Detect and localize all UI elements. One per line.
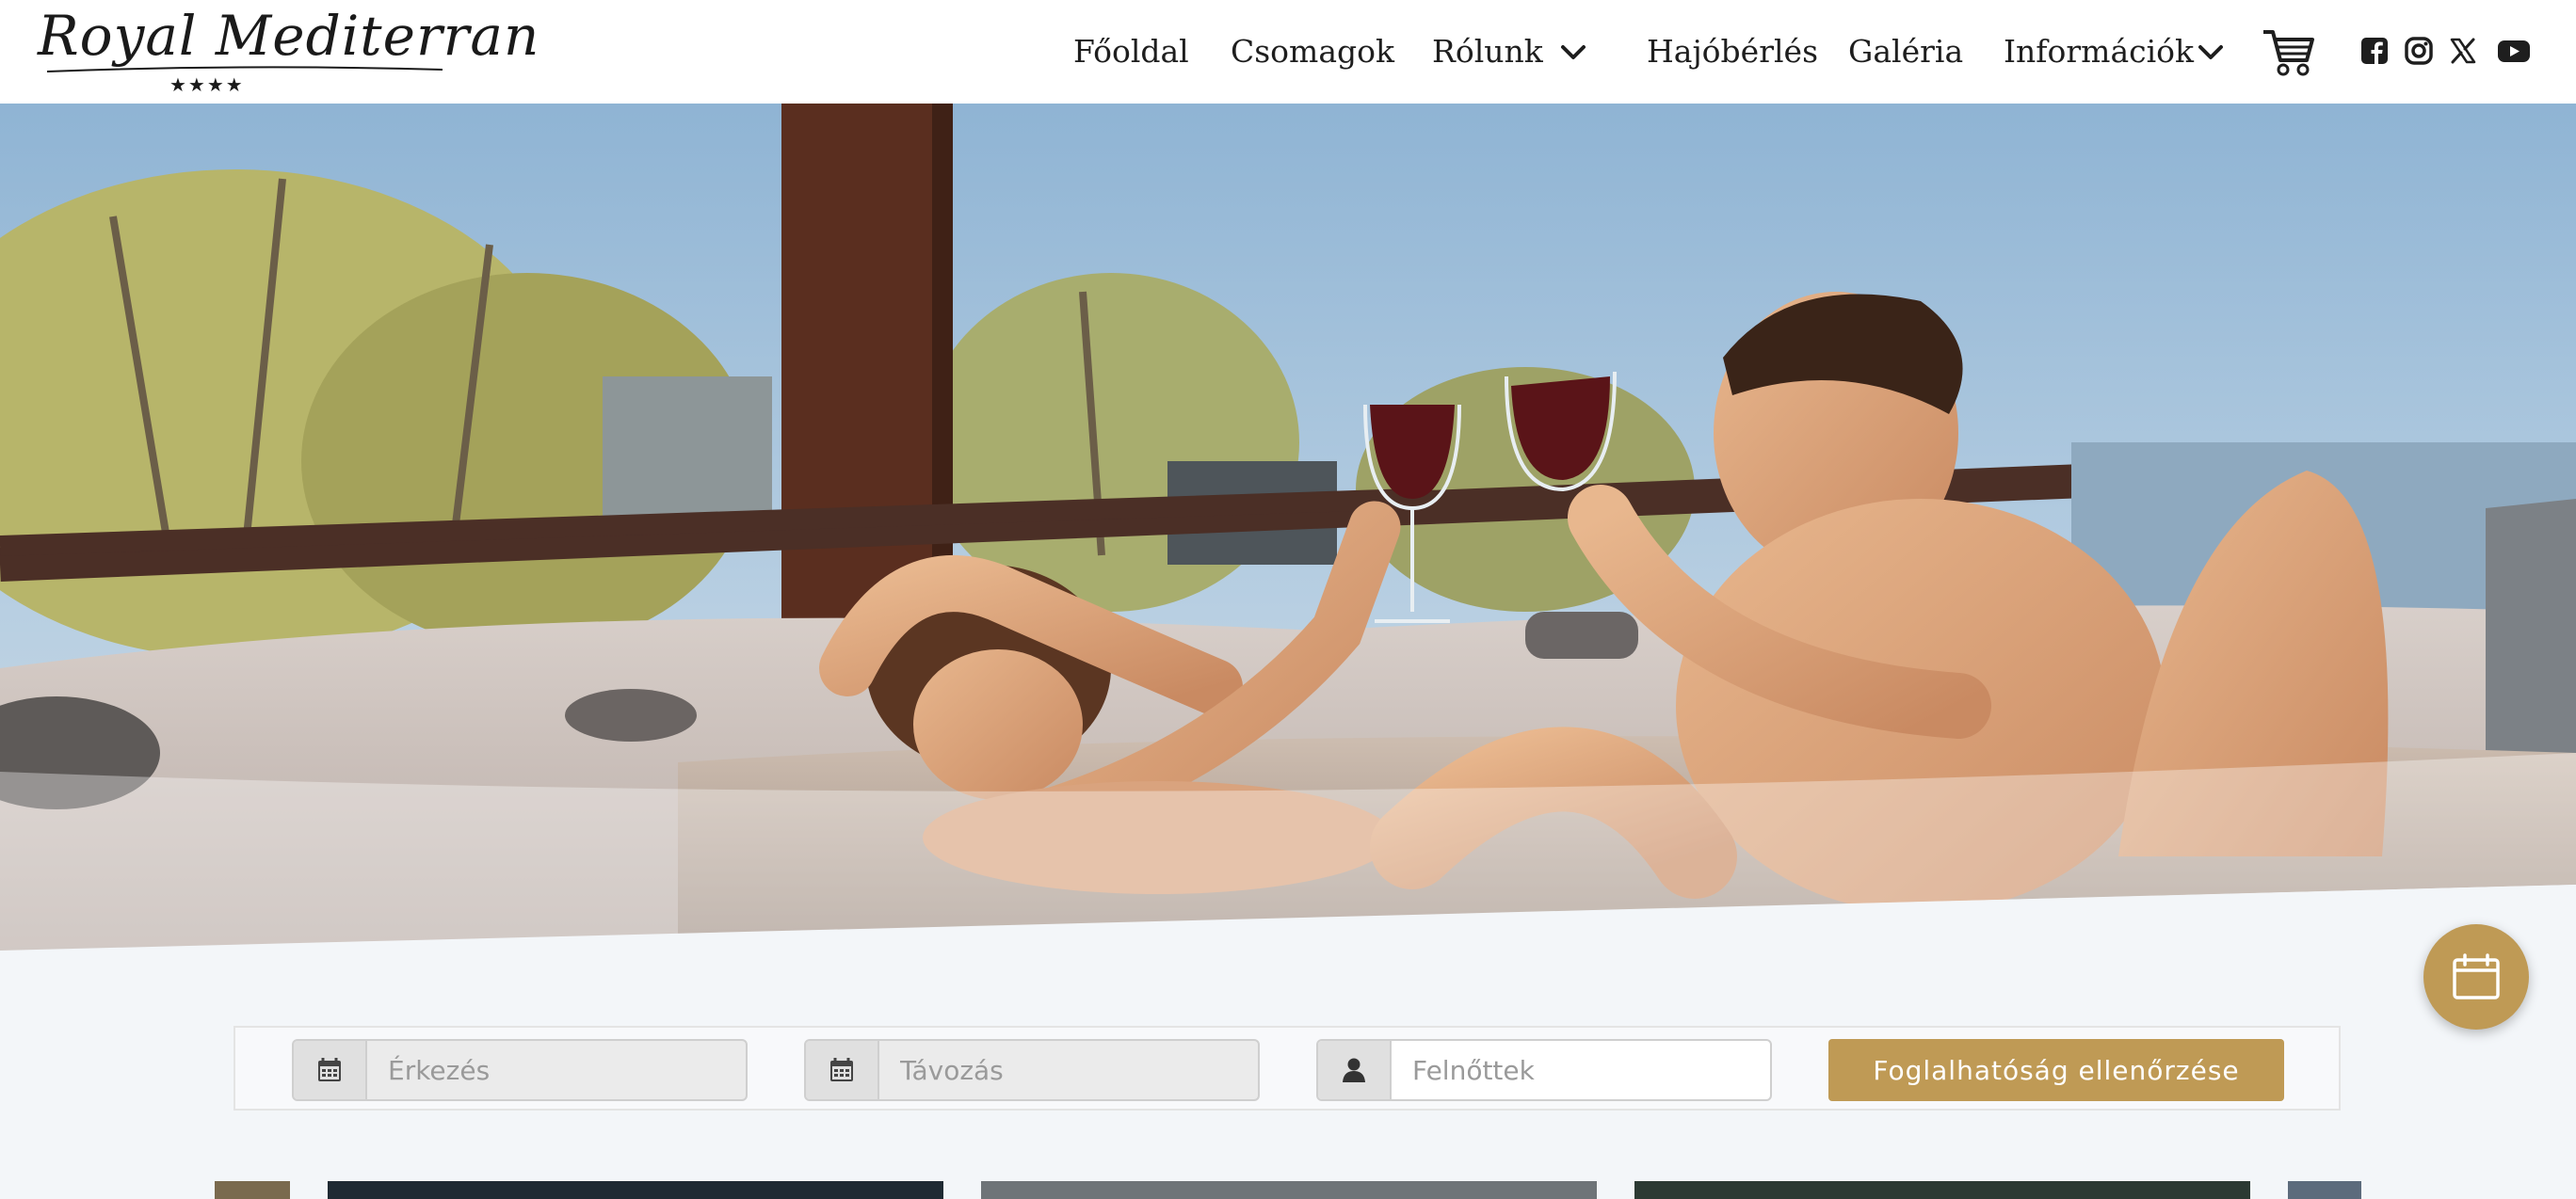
nav-item-informaciok[interactable]: Információk bbox=[2004, 28, 2194, 75]
booking-bar: Foglalhatóság ellenőrzése bbox=[233, 1026, 2341, 1111]
nav-item-rolunk[interactable]: Rólunk bbox=[1432, 28, 1543, 75]
youtube-icon[interactable] bbox=[2497, 36, 2531, 66]
x-icon[interactable] bbox=[2448, 36, 2478, 66]
site-header: Royal Mediterran ★★★★ Főoldal Csomagok R… bbox=[0, 0, 2576, 104]
nav-item-hajoberles[interactable]: Hajóbérlés bbox=[1647, 28, 1818, 75]
calendar-icon bbox=[318, 1058, 341, 1081]
check-availability-button[interactable]: Foglalhatóság ellenőrzése bbox=[1828, 1039, 2284, 1101]
facebook-icon[interactable] bbox=[2359, 36, 2390, 66]
main-nav: Főoldal Csomagok Rólunk Hajóbérlés Galér… bbox=[0, 0, 2576, 104]
calendar-icon bbox=[2453, 953, 2500, 999]
adults-input[interactable] bbox=[1392, 1041, 1770, 1099]
user-icon bbox=[1343, 1058, 1365, 1082]
cart-icon[interactable] bbox=[2262, 26, 2316, 77]
arrival-input[interactable] bbox=[367, 1041, 746, 1099]
calendar-icon bbox=[830, 1058, 853, 1081]
card-tab[interactable] bbox=[215, 1181, 290, 1199]
nav-item-galeria[interactable]: Galéria bbox=[1848, 28, 1963, 75]
package-card[interactable] bbox=[1634, 1181, 2250, 1199]
nav-item-fooldal[interactable]: Főoldal bbox=[1073, 28, 1189, 75]
floating-booking-button[interactable] bbox=[2423, 924, 2529, 1030]
cards-strip bbox=[0, 1181, 2576, 1199]
package-card[interactable] bbox=[328, 1181, 943, 1199]
package-card[interactable] bbox=[2288, 1181, 2361, 1199]
package-card[interactable] bbox=[981, 1181, 1597, 1199]
hero-illustration bbox=[0, 104, 2576, 951]
instagram-icon[interactable] bbox=[2404, 36, 2434, 66]
chevron-down-icon[interactable] bbox=[1559, 38, 1587, 66]
arrival-field[interactable] bbox=[292, 1039, 748, 1101]
nav-item-csomagok[interactable]: Csomagok bbox=[1231, 28, 1394, 75]
departure-field[interactable] bbox=[804, 1039, 1260, 1101]
hero-image bbox=[0, 104, 2576, 951]
adults-field[interactable] bbox=[1316, 1039, 1772, 1101]
chevron-down-icon[interactable] bbox=[2197, 38, 2225, 66]
departure-input[interactable] bbox=[879, 1041, 1258, 1099]
